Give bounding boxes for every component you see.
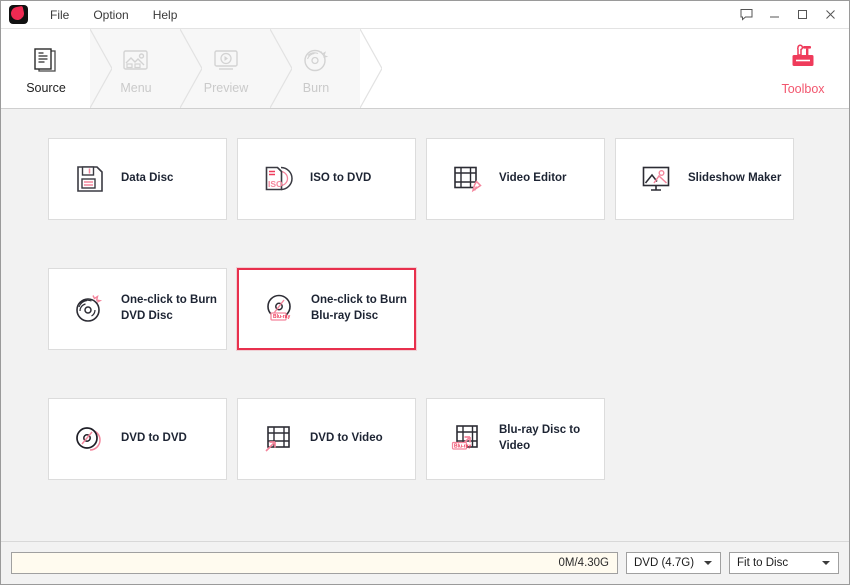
feedback-icon[interactable]	[733, 4, 759, 26]
card-video-editor-label: Video Editor	[499, 172, 567, 185]
menu-item-file[interactable]: File	[38, 4, 81, 26]
card-dvd-to-video-label: DVD to Video	[310, 432, 383, 445]
step-source[interactable]: Source	[1, 29, 112, 108]
step-burn-label: Burn	[302, 81, 330, 95]
chevron-down-icon	[822, 561, 830, 565]
card-one-click-burn-bluray[interactable]: Blu-ray One-click to Burn Blu-ray Disc	[237, 268, 416, 350]
step-preview[interactable]: Preview	[181, 29, 292, 108]
close-icon[interactable]	[817, 4, 843, 26]
card-dvd-to-dvd-label: DVD to DVD	[121, 432, 187, 445]
fit-quality-select[interactable]: Fit to Disc	[729, 552, 839, 574]
fit-quality-value: Fit to Disc	[737, 557, 789, 569]
card-bluray-disc-to-video[interactable]: Blu-ray Blu-ray Disc to Video	[426, 398, 605, 480]
window-controls	[733, 4, 843, 26]
menu-bar: File Option Help	[38, 4, 189, 26]
menu-item-option[interactable]: Option	[81, 4, 140, 26]
film-arrow-icon	[261, 421, 297, 457]
chevron-down-icon	[704, 561, 712, 565]
card-iso-to-dvd-label: ISO to DVD	[310, 172, 372, 185]
card-one-click-burn-dvd-label: One-click to Burn DVD Disc	[121, 294, 217, 322]
step-source-label: Source	[26, 81, 66, 95]
card-row-3: DVD to DVD DVD to Video Blu-ray Blu-ray …	[48, 398, 802, 480]
documents-icon	[31, 42, 61, 76]
floppy-disk-icon	[72, 161, 108, 197]
svg-text:ISO: ISO	[268, 179, 283, 189]
disc-type-select[interactable]: DVD (4.7G)	[626, 552, 721, 574]
application-window: File Option Help Source Menu Preview Bur…	[0, 0, 850, 585]
disc-type-value: DVD (4.7G)	[634, 557, 695, 569]
menu-item-help[interactable]: Help	[141, 4, 190, 26]
step-chevron-4	[360, 29, 382, 108]
card-slideshow-maker-label: Slideshow Maker	[688, 172, 782, 185]
capacity-progress-text: 0M/4.30G	[558, 557, 610, 569]
step-toolbar: Source Menu Preview Burn Toolbox	[1, 29, 849, 109]
svg-text:Blu-ray: Blu-ray	[454, 443, 471, 449]
card-video-editor[interactable]: Video Editor	[426, 138, 605, 220]
card-row-1: Data Disc ISO ISO to DVD Video Editor Sl…	[48, 138, 802, 220]
svg-text:Blu-ray: Blu-ray	[273, 314, 290, 320]
card-one-click-burn-bluray-label: One-click to Burn Blu-ray Disc	[311, 294, 407, 322]
card-data-disc-label: Data Disc	[121, 172, 174, 185]
card-dvd-to-dvd[interactable]: DVD to DVD	[48, 398, 227, 480]
minimize-icon[interactable]	[761, 4, 787, 26]
step-preview-label: Preview	[203, 81, 249, 95]
card-one-click-burn-dvd[interactable]: One-click to Burn DVD Disc	[48, 268, 227, 350]
card-slideshow-maker[interactable]: Slideshow Maker	[615, 138, 794, 220]
step-menu-label: Menu	[120, 81, 152, 95]
card-row-2: One-click to Burn DVD Disc Blu-ray One-c…	[48, 268, 802, 350]
capacity-progress-bar: 0M/4.30G	[11, 552, 618, 574]
monitor-picture-icon	[639, 161, 675, 197]
bluray-film-arrow-icon: Blu-ray	[450, 421, 486, 457]
toolbox-label: Toolbox	[781, 82, 825, 96]
toolbox-icon	[787, 41, 819, 78]
play-monitor-icon	[211, 42, 241, 76]
image-menu-icon	[121, 42, 151, 76]
film-pencil-icon	[450, 161, 486, 197]
step-burn[interactable]: Burn	[271, 29, 382, 108]
main-content: Data Disc ISO ISO to DVD Video Editor Sl…	[1, 109, 849, 541]
bluray-disc-icon: Blu-ray	[262, 291, 298, 327]
status-bar: 0M/4.30G DVD (4.7G) Fit to Disc	[1, 541, 849, 584]
disc-flame-icon	[72, 291, 108, 327]
toolbox-button[interactable]: Toolbox	[757, 29, 849, 108]
title-bar: File Option Help	[1, 1, 849, 29]
disc-copy-icon	[72, 421, 108, 457]
step-menu[interactable]: Menu	[91, 29, 202, 108]
disc-burn-icon	[301, 42, 331, 76]
iso-file-icon: ISO	[261, 161, 297, 197]
app-logo-icon	[9, 5, 28, 24]
card-dvd-to-video[interactable]: DVD to Video	[237, 398, 416, 480]
maximize-icon[interactable]	[789, 4, 815, 26]
card-data-disc[interactable]: Data Disc	[48, 138, 227, 220]
card-iso-to-dvd[interactable]: ISO ISO to DVD	[237, 138, 416, 220]
card-bluray-disc-to-video-label: Blu-ray Disc to Video	[499, 424, 581, 452]
